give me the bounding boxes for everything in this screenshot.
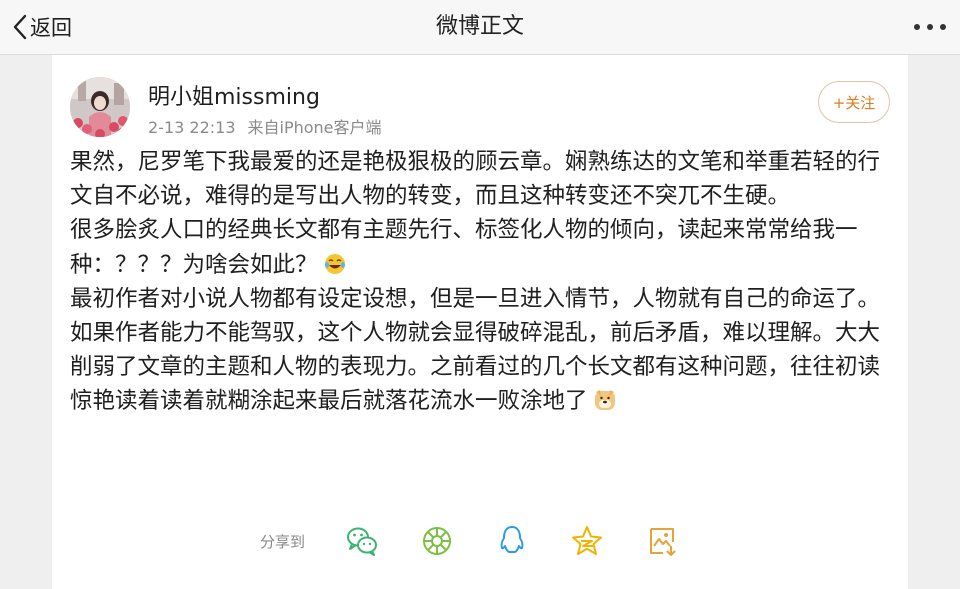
save-image-icon[interactable] (645, 524, 679, 558)
post-source: 来自iPhone客户端 (247, 118, 382, 137)
post-paragraph: 最初作者对小说人物都有设定设想，但是一旦进入情节，人物就有自己的命运了。如果作者… (70, 285, 881, 415)
page-title: 微博正文 (435, 14, 524, 39)
doge-emoji-icon (594, 390, 615, 411)
follow-button[interactable]: +关注 (818, 81, 890, 123)
qzone-star-icon[interactable] (570, 524, 604, 558)
post-paragraph: 果然，尼罗笔下我最爱的还是艳极狠极的顾云章。娴熟练达的文笔和举重若轻的行文自不必… (70, 149, 881, 210)
post-paragraph: 很多脍炙人口的经典长文都有主题先行、标签化人物的倾向，读起来常常给我一种：？？？… (70, 217, 858, 278)
post-body: 果然，尼罗笔下我最爱的还是艳极狠极的顾云章。娴熟练达的文笔和举重若轻的行文自不必… (70, 145, 892, 419)
avatar-image (70, 77, 130, 137)
moments-icon[interactable] (420, 524, 454, 558)
nav-bar: 返回 微博正文 (0, 0, 960, 55)
share-label: 分享到 (260, 532, 306, 551)
post-card: 明小姐missming 2-13 22:13 来自iPhone客户端 +关注 果然… (52, 55, 908, 589)
more-options-icon[interactable] (914, 18, 946, 36)
post-time: 2-13 22:13 (148, 118, 236, 137)
avatar[interactable] (70, 77, 130, 137)
wechat-icon[interactable] (345, 524, 379, 558)
qq-icon[interactable] (495, 524, 529, 558)
post-meta: 2-13 22:13 来自iPhone客户端 (148, 114, 382, 138)
laughing-crying-emoji-icon (324, 253, 345, 274)
user-name[interactable]: 明小姐missming (148, 79, 320, 111)
share-bar: 分享到 (260, 525, 720, 557)
